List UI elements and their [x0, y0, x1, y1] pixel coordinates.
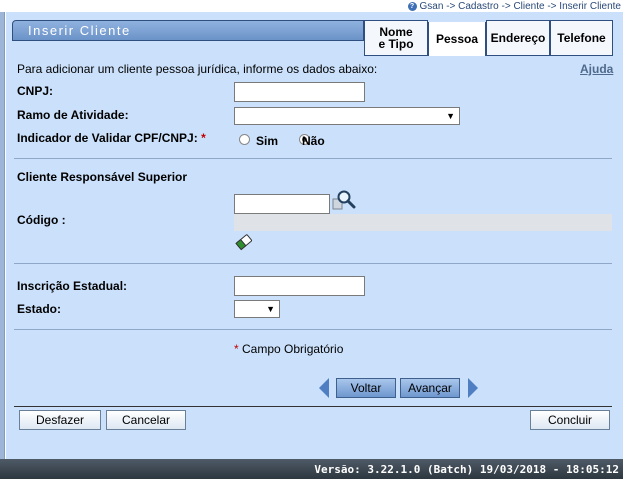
inscricao-input[interactable]	[234, 276, 365, 296]
version-text: Versão: 3.22.1.0 (Batch) 19/03/2018 - 18…	[314, 462, 619, 476]
required-mark: *	[234, 342, 239, 356]
help-circle-icon[interactable]: ?	[407, 2, 417, 11]
divider	[14, 158, 612, 159]
divider	[14, 406, 612, 407]
tab-pessoa[interactable]: Pessoa	[428, 22, 486, 56]
cnpj-label: CNPJ:	[17, 84, 54, 98]
validar-sim-radio[interactable]	[239, 134, 250, 145]
tab-divider	[486, 55, 613, 56]
estado-select[interactable]: ▼	[234, 300, 280, 318]
validar-label: Indicador de Validar CPF/CNPJ:	[17, 131, 198, 145]
magnifier-icon[interactable]	[332, 189, 356, 211]
tab-endereco[interactable]: Endereço	[486, 20, 550, 55]
eraser-icon[interactable]	[235, 233, 253, 251]
tab-endereco-label: Endereço	[490, 31, 546, 45]
tab-telefone[interactable]: Telefone	[550, 20, 613, 55]
help-link[interactable]: Ajuda	[580, 62, 613, 76]
inscricao-label: Inscrição Estadual:	[17, 279, 128, 293]
validar-nao-label: Não	[302, 134, 325, 148]
breadcrumb-text: Gsan -> Cadastro -> Cliente -> Inserir C…	[419, 1, 621, 12]
tab-nome-e-tipo[interactable]: Nome e Tipo	[364, 20, 428, 55]
tab-pessoa-label: Pessoa	[435, 32, 479, 46]
status-bar: Versão: 3.22.1.0 (Batch) 19/03/2018 - 18…	[0, 459, 623, 479]
codigo-label: Código :	[17, 213, 66, 227]
estado-label: Estado:	[17, 302, 62, 316]
finish-button[interactable]: Concluir	[530, 410, 610, 430]
cnpj-input[interactable]	[234, 82, 365, 102]
chevron-down-icon: ▼	[446, 111, 455, 121]
required-note-text: Campo Obrigatório	[242, 342, 344, 356]
tab-telefone-label: Telefone	[557, 31, 606, 45]
back-button[interactable]: Voltar	[336, 378, 396, 398]
codigo-input[interactable]	[234, 194, 330, 214]
cancel-button[interactable]: Cancelar	[106, 410, 186, 430]
form-panel	[6, 12, 623, 459]
left-frame-edge	[0, 12, 5, 459]
required-mark: *	[201, 131, 206, 145]
page-title: Inserir Cliente	[28, 23, 131, 38]
divider	[14, 329, 612, 330]
ramo-select[interactable]: ▼	[234, 107, 460, 125]
next-arrow-icon[interactable]	[468, 378, 478, 398]
chevron-down-icon: ▼	[266, 304, 275, 314]
tab-nome-line2: e Tipo	[378, 37, 414, 51]
codigo-description-field	[234, 214, 612, 231]
back-arrow-icon[interactable]	[319, 378, 329, 398]
superior-section-title: Cliente Responsável Superior	[17, 170, 188, 184]
required-note: * Campo Obrigatório	[234, 342, 343, 356]
breadcrumb: ? Gsan -> Cadastro -> Cliente -> Inserir…	[407, 1, 621, 12]
ramo-label: Ramo de Atividade:	[17, 108, 129, 122]
tab-divider	[364, 55, 428, 56]
divider	[14, 263, 612, 264]
validar-label-row: Indicador de Validar CPF/CNPJ: *	[17, 131, 206, 145]
next-button[interactable]: Avançar	[400, 378, 460, 398]
intro-text: Para adicionar um cliente pessoa jurídic…	[17, 62, 378, 76]
undo-button[interactable]: Desfazer	[19, 410, 101, 430]
validar-sim-label: Sim	[256, 134, 279, 148]
